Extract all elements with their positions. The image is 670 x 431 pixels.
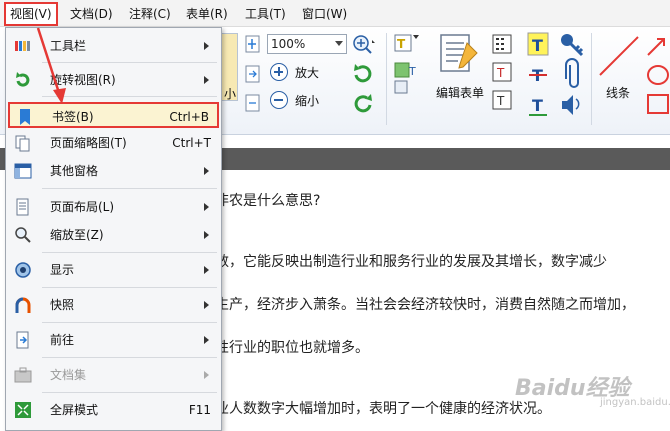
lines-label[interactable]: 线条 [606,84,630,101]
menu-item-label: 显示 [50,263,75,277]
edit-form-icon[interactable] [437,33,481,77]
menu-item-label: 其他窗格 [50,164,99,178]
menu-item-toolbar[interactable]: 工具栏 [8,33,219,59]
doc-line: 业人数数字大幅增加时，表明了一个健康的经济状况。 [215,401,551,417]
menu-document[interactable]: 文档(D) [66,4,117,24]
menu-item-page-thumbnails[interactable]: 页面缩略图(T) Ctrl+T [8,130,219,156]
view-menu-dropdown: 工具栏 旋转视图(R) 书签(B) Ctrl+B 页面缩略图(T) Ctrl+T… [5,27,222,431]
submenu-arrow-icon [204,371,209,379]
svg-text:T: T [532,96,543,115]
page-fit-icons[interactable] [244,35,262,115]
menubar: 视图(V) 文档(D) 注释(C) 表单(R) 工具(T) 窗口(W) [0,0,670,27]
magnifier-icon[interactable] [352,34,376,56]
baidu-watermark-url: jingyan.baidu.com [600,397,670,408]
small-label: 小 [224,87,237,101]
svg-text:T: T [397,37,406,51]
doc-line: 性行业的职位也就增多。 [215,340,369,356]
menu-item-page-layout[interactable]: 页面布局(L) [8,194,219,220]
menu-item-rotate-view[interactable]: 旋转视图(R) [8,67,219,93]
page-layout-icon [16,198,29,216]
svg-text:T: T [496,94,505,108]
menu-window[interactable]: 窗口(W) [298,4,351,24]
submenu-arrow-icon [204,266,209,274]
submenu-arrow-icon [204,203,209,211]
menu-item-display[interactable]: 显示 [8,257,219,283]
menu-item-label: 全屏模式 [50,403,99,417]
menu-item-label: 前往 [50,333,75,347]
menu-tools[interactable]: 工具(T) [241,4,290,24]
menu-item-snapshot[interactable]: 快照 [8,292,219,318]
go-to-icon [16,331,29,349]
submenu-arrow-icon [204,76,209,84]
submenu-arrow-icon [204,336,209,344]
fullscreen-icon [15,402,31,418]
doc-line: 非农是什么意思? [215,193,321,209]
menu-item-label: 页面布局(L) [50,200,115,214]
zoom-value: 100% [271,37,306,51]
menu-item-label: 工具栏 [50,39,87,53]
menu-item-label: 文档集 [50,368,87,382]
rotate-view-icon [16,72,30,87]
svg-text:T: T [496,66,505,80]
menu-item-shortcut: Ctrl+B [169,110,209,124]
text-annotation-icons[interactable]: T T T [527,31,551,123]
zoom-out-icon[interactable] [270,91,288,109]
menu-item-shortcut: F11 [188,403,211,417]
submenu-arrow-icon [204,42,209,50]
menu-item-zoom-to[interactable]: 缩放至(Z) [8,222,219,248]
menu-item-shortcut: Ctrl+T [172,136,211,150]
svg-text:T: T [532,36,543,55]
menu-item-label: 缩放至(Z) [50,228,104,242]
rotate-icons[interactable] [352,63,374,123]
doc-line: 数，它能反映出制造行业和服务行业的发展及其增长，数字减少 [215,254,607,270]
menu-form[interactable]: 表单(R) [182,4,232,24]
zoom-to-icon [15,227,31,243]
svg-text:T: T [408,65,416,78]
line-tool-icon[interactable] [596,33,642,79]
menu-comment[interactable]: 注释(C) [125,4,175,24]
chevron-down-icon [335,41,343,46]
menu-item-go-to[interactable]: 前往 [8,327,219,353]
menu-item-other-panes[interactable]: 其他窗格 [8,158,219,184]
menu-item-document-set: 文档集 [8,362,219,388]
menu-item-label: 书签(B) [52,110,94,124]
document-set-icon [14,367,32,383]
attachment-icons[interactable] [558,31,586,123]
menu-item-label: 页面缩略图(T) [50,136,127,150]
submenu-arrow-icon [204,301,209,309]
submenu-arrow-icon [204,167,209,175]
zoom-select[interactable]: 100% [267,34,347,54]
menu-view[interactable]: 视图(V) [4,2,58,26]
display-icon [15,262,31,278]
doc-line: 生产，经济步入萧条。当社会会经济较快时，消费自然随之而增加， [215,297,635,313]
menu-item-bookmarks[interactable]: 书签(B) Ctrl+B [8,102,219,128]
zoom-in-icon[interactable] [270,63,288,81]
edit-form-label[interactable]: 编辑表单 [436,84,484,101]
shape-tools-icons[interactable] [642,33,670,123]
page-thumbnails-icon [15,135,30,152]
bookmark-icon [20,109,30,125]
snapshot-icon [15,297,31,313]
other-panes-icon [14,163,32,179]
toolbar-icon [15,41,30,51]
form-tools-icons[interactable]: T T [491,33,515,123]
menu-item-label: 旋转视图(R) [50,73,116,87]
submenu-arrow-icon [204,231,209,239]
menu-item-label: 快照 [50,298,75,312]
form-field-icons[interactable]: T T [393,31,423,97]
zoom-in-label[interactable]: 放大 [295,64,319,81]
zoom-out-label[interactable]: 缩小 [295,92,319,109]
menu-item-fullscreen[interactable]: 全屏模式 F11 [8,397,219,423]
